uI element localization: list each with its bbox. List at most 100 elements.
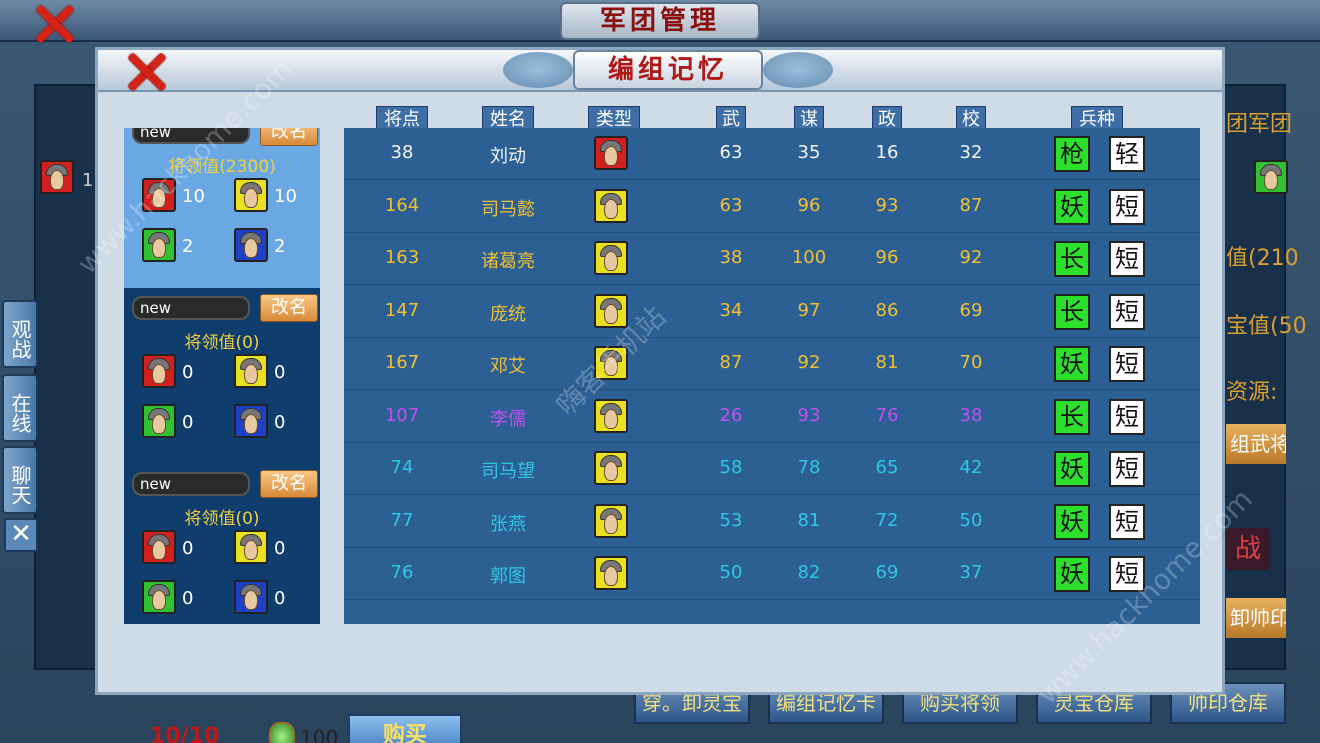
- general-xiao: 70: [959, 352, 983, 373]
- general-xiao: 32: [959, 142, 983, 163]
- general-mou: 92: [797, 352, 821, 373]
- table-row[interactable]: 163 诸葛亮 38 100 96 92 长短: [344, 233, 1200, 285]
- legion-general-avatar[interactable]: [40, 160, 74, 194]
- table-row[interactable]: 77 张燕 53 81 72 50 妖短: [344, 496, 1200, 548]
- green-count: 0: [182, 588, 194, 609]
- general-zheng: 86: [875, 299, 899, 321]
- side-close-icon[interactable]: ✕: [4, 518, 38, 552]
- group-item-1[interactable]: new 改名 将领值(2300) 10 10 2 2: [124, 128, 320, 288]
- dragon-right-ornament-icon: [763, 52, 833, 88]
- general-mou: 100: [791, 247, 827, 268]
- legion-battle-icon[interactable]: 战: [1226, 528, 1270, 570]
- group-rename-button[interactable]: 改名: [260, 128, 318, 146]
- green-general-icon: [142, 404, 176, 438]
- general-wu: 63: [719, 194, 743, 216]
- general-mou: 93: [797, 404, 821, 426]
- troop-type-badge: 妖: [1054, 503, 1090, 540]
- buy-button[interactable]: 购买: [348, 714, 462, 743]
- group-name-input[interactable]: new: [132, 472, 250, 496]
- general-name: 张燕: [490, 513, 526, 535]
- troop-type-badge: 妖: [1054, 346, 1090, 382]
- group-leadership: 将领值(2300): [168, 157, 276, 177]
- red-count: 0: [182, 538, 194, 559]
- general-xiao: 69: [959, 299, 983, 321]
- general-points: 167: [384, 352, 420, 373]
- table-row[interactable]: 147 庞统 34 97 86 69 长短: [344, 286, 1200, 338]
- red-general-icon: [142, 178, 176, 212]
- yellow-count: 10: [274, 186, 297, 207]
- general-mou: 96: [797, 194, 821, 216]
- general-xiao: 50: [959, 509, 983, 531]
- general-name: 庞统: [490, 303, 526, 325]
- troop-type-badge: 枪: [1054, 136, 1090, 172]
- legion-unseal-button[interactable]: 卸帅印: [1226, 598, 1286, 638]
- table-row[interactable]: 167 邓艾 87 92 81 70 妖短: [344, 338, 1200, 390]
- general-wu: 26: [719, 404, 743, 426]
- legion-close-icon[interactable]: [32, 2, 76, 46]
- green-count: 2: [182, 236, 194, 257]
- table-row[interactable]: 164 司马懿 63 96 93 87 妖短: [344, 181, 1200, 233]
- legion-group-generals-button[interactable]: 组武将: [1226, 424, 1286, 464]
- group-name-input[interactable]: new: [132, 128, 250, 144]
- blue-general-icon: [234, 580, 268, 614]
- general-points: 164: [384, 194, 420, 216]
- general-name: 司马懿: [481, 198, 535, 220]
- group-rename-button[interactable]: 改名: [260, 470, 318, 498]
- group-memory-modal: 编组记忆 将点 姓名 类型 武 谋 政 校 兵种 new 改名 将领值(2300…: [95, 47, 1225, 743]
- weapon-range-badge: 轻: [1109, 136, 1145, 172]
- group-item-3[interactable]: new 改名 将领值(0) 0 0 0 0: [124, 470, 320, 624]
- legion-general-count: 1: [82, 170, 94, 191]
- weapon-range-badge: 短: [1109, 188, 1145, 225]
- group-item-2[interactable]: new 改名 将领值(0) 0 0 0 0: [124, 294, 320, 464]
- table-row[interactable]: 74 司马望 58 78 65 42 妖短: [344, 443, 1200, 495]
- weapon-range-badge: 短: [1109, 556, 1145, 592]
- legion-right-avatar[interactable]: [1254, 160, 1288, 194]
- generals-table[interactable]: 38 刘动 63 35 16 32 枪轻 164 司马懿 63 96 93 87 妖短 163 诸葛亮 38 10…: [344, 128, 1200, 624]
- red-general-type-icon: [594, 136, 628, 170]
- yellow-general-type-icon: [594, 556, 628, 590]
- general-zheng: 93: [875, 194, 899, 216]
- yellow-count: 0: [274, 538, 286, 559]
- general-name: 郭图: [490, 566, 526, 587]
- general-points: 77: [390, 509, 414, 531]
- group-leadership: 将领值(0): [184, 509, 260, 529]
- red-count: 10: [182, 186, 205, 207]
- general-zheng: 72: [875, 509, 899, 531]
- yellow-general-icon: [234, 178, 268, 212]
- group-name-input[interactable]: new: [132, 296, 250, 320]
- weapon-range-badge: 短: [1109, 241, 1145, 277]
- yellow-general-icon: [234, 354, 268, 388]
- table-row[interactable]: 107 李儒 26 93 76 38 长短: [344, 391, 1200, 443]
- yellow-general-type-icon: [594, 346, 628, 380]
- troop-type-badge: 妖: [1054, 188, 1090, 225]
- troop-type-badge: 长: [1054, 293, 1090, 330]
- weapon-range-badge: 短: [1109, 451, 1145, 487]
- general-xiao: 42: [959, 457, 983, 478]
- red-general-icon: [142, 530, 176, 564]
- general-zheng: 65: [875, 457, 899, 478]
- side-spectate-button[interactable]: 观战: [2, 300, 38, 368]
- blue-count: 0: [274, 412, 286, 433]
- table-row[interactable]: 38 刘动 63 35 16 32 枪轻: [344, 128, 1200, 180]
- general-wu: 63: [719, 142, 743, 163]
- general-name: 邓艾: [490, 356, 526, 377]
- yellow-general-icon: [234, 530, 268, 564]
- general-xiao: 38: [959, 404, 983, 426]
- red-count: 0: [182, 362, 194, 383]
- general-wu: 87: [719, 352, 743, 373]
- general-zheng: 81: [875, 352, 899, 373]
- modal-close-icon[interactable]: [124, 50, 168, 94]
- general-xiao: 37: [959, 562, 983, 583]
- general-wu: 38: [719, 247, 743, 268]
- group-rename-button[interactable]: 改名: [260, 294, 318, 322]
- side-chat-button[interactable]: 聊天: [2, 446, 38, 514]
- group-list[interactable]: new 改名 将领值(2300) 10 10 2 2 new 改名 将领值(0)…: [124, 128, 320, 624]
- general-points: 74: [390, 457, 414, 478]
- general-wu: 53: [719, 509, 743, 531]
- group-leadership: 将领值(0): [184, 333, 260, 353]
- side-online-button[interactable]: 在线: [2, 374, 38, 442]
- general-points: 163: [384, 247, 420, 268]
- general-points: 38: [390, 142, 414, 163]
- general-name: 李儒: [490, 408, 526, 430]
- table-row[interactable]: 76 郭图 50 82 69 37 妖短: [344, 548, 1200, 600]
